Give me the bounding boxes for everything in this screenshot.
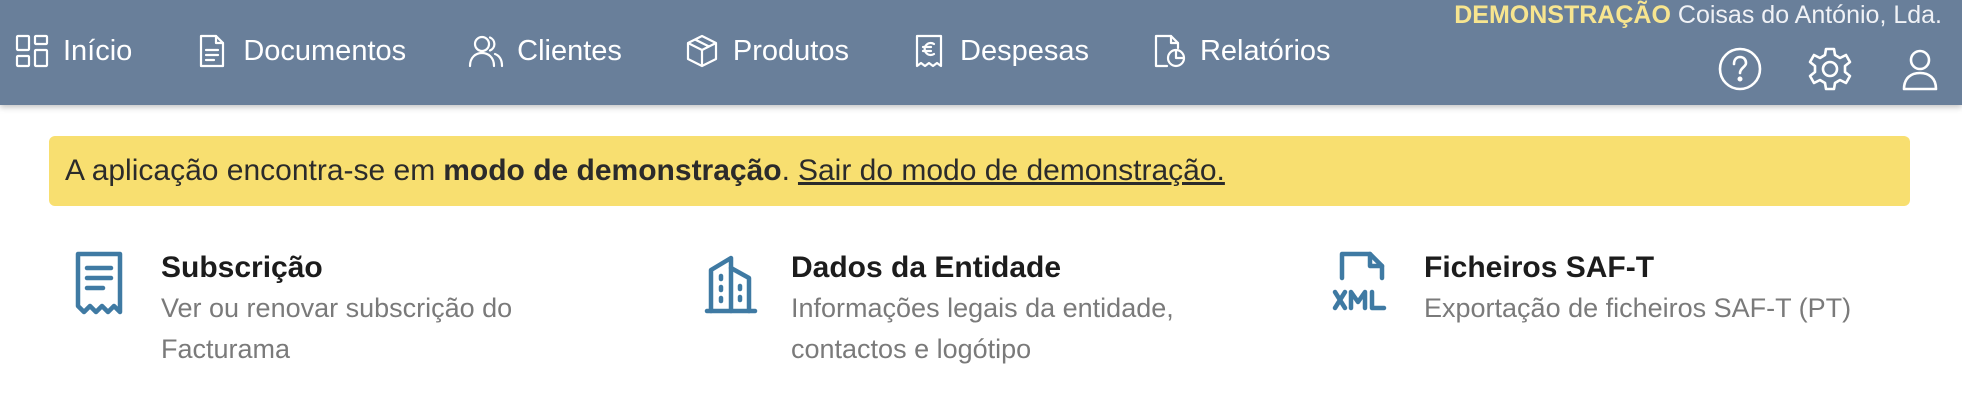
card-title: Ficheiros SAF-T (1424, 251, 1655, 284)
receipt-icon (69, 248, 129, 318)
nav-item-inicio[interactable]: Início (14, 33, 132, 69)
banner-text: A aplicação encontra-se em (65, 154, 436, 187)
nav-label: Clientes (517, 34, 622, 67)
nav-item-despesas[interactable]: Despesas (911, 33, 1089, 69)
settings-cards: Subscrição Ver ou renovar subscrição do … (0, 248, 1962, 388)
document-icon (194, 33, 230, 69)
nav-item-documentos[interactable]: Documentos (194, 33, 406, 69)
banner-dot: . (781, 154, 790, 187)
demo-tag: DEMONSTRAÇÃO (1454, 1, 1671, 29)
nav-item-clientes[interactable]: Clientes (468, 33, 622, 69)
xml-file-icon (1332, 248, 1392, 318)
card-subscricao[interactable]: Subscrição Ver ou renovar subscrição do … (69, 248, 629, 370)
company-header: DEMONSTRAÇÃO Coisas do António, Lda. (1454, 1, 1942, 30)
card-text: Subscrição Ver ou renovar subscrição do … (161, 248, 581, 370)
nav-item-relatorios[interactable]: Relatórios (1151, 33, 1331, 69)
receipt-euro-icon (911, 33, 947, 69)
top-navigation-bar: Início Documentos Clientes Produtos Desp… (0, 0, 1962, 105)
card-dados-entidade[interactable]: Dados da Entidade Informações legais da … (699, 248, 1259, 370)
gear-icon[interactable] (1804, 43, 1856, 95)
card-description: Informações legais da entidade, contacto… (791, 293, 1174, 364)
card-title: Dados da Entidade (791, 251, 1062, 284)
help-icon[interactable] (1714, 43, 1766, 95)
company-name: Coisas do António, Lda. (1677, 1, 1942, 29)
card-title: Subscrição (161, 251, 323, 284)
card-description: Ver ou renovar subscrição do Facturama (161, 293, 513, 364)
header-actions (1676, 43, 1946, 95)
exit-demo-link[interactable]: Sair do modo de demonstração. (798, 154, 1225, 188)
nav-item-produtos[interactable]: Produtos (684, 33, 849, 69)
nav-label: Relatórios (1199, 34, 1331, 67)
card-text: Ficheiros SAF-T Exportação de ficheiros … (1424, 248, 1851, 329)
nav-label: Despesas (960, 34, 1089, 67)
users-icon (468, 33, 504, 69)
card-text: Dados da Entidade Informações legais da … (791, 248, 1221, 370)
user-icon[interactable] (1894, 43, 1946, 95)
demo-mode-banner: A aplicação encontra-se em modo de demon… (49, 136, 1910, 206)
card-ficheiros-saft[interactable]: Ficheiros SAF-T Exportação de ficheiros … (1332, 248, 1952, 329)
nav-label: Documentos (243, 34, 407, 67)
building-icon (699, 248, 759, 318)
nav-label: Início (63, 34, 133, 67)
banner-bold-text: modo de demonstração (443, 154, 782, 187)
nav-label: Produtos (732, 34, 849, 67)
main-nav: Início Documentos Clientes Produtos Desp… (14, 33, 1393, 69)
card-description: Exportação de ficheiros SAF-T (PT) (1424, 293, 1852, 323)
dashboard-icon (14, 33, 50, 69)
box-icon (684, 33, 720, 69)
report-icon (1151, 33, 1187, 69)
